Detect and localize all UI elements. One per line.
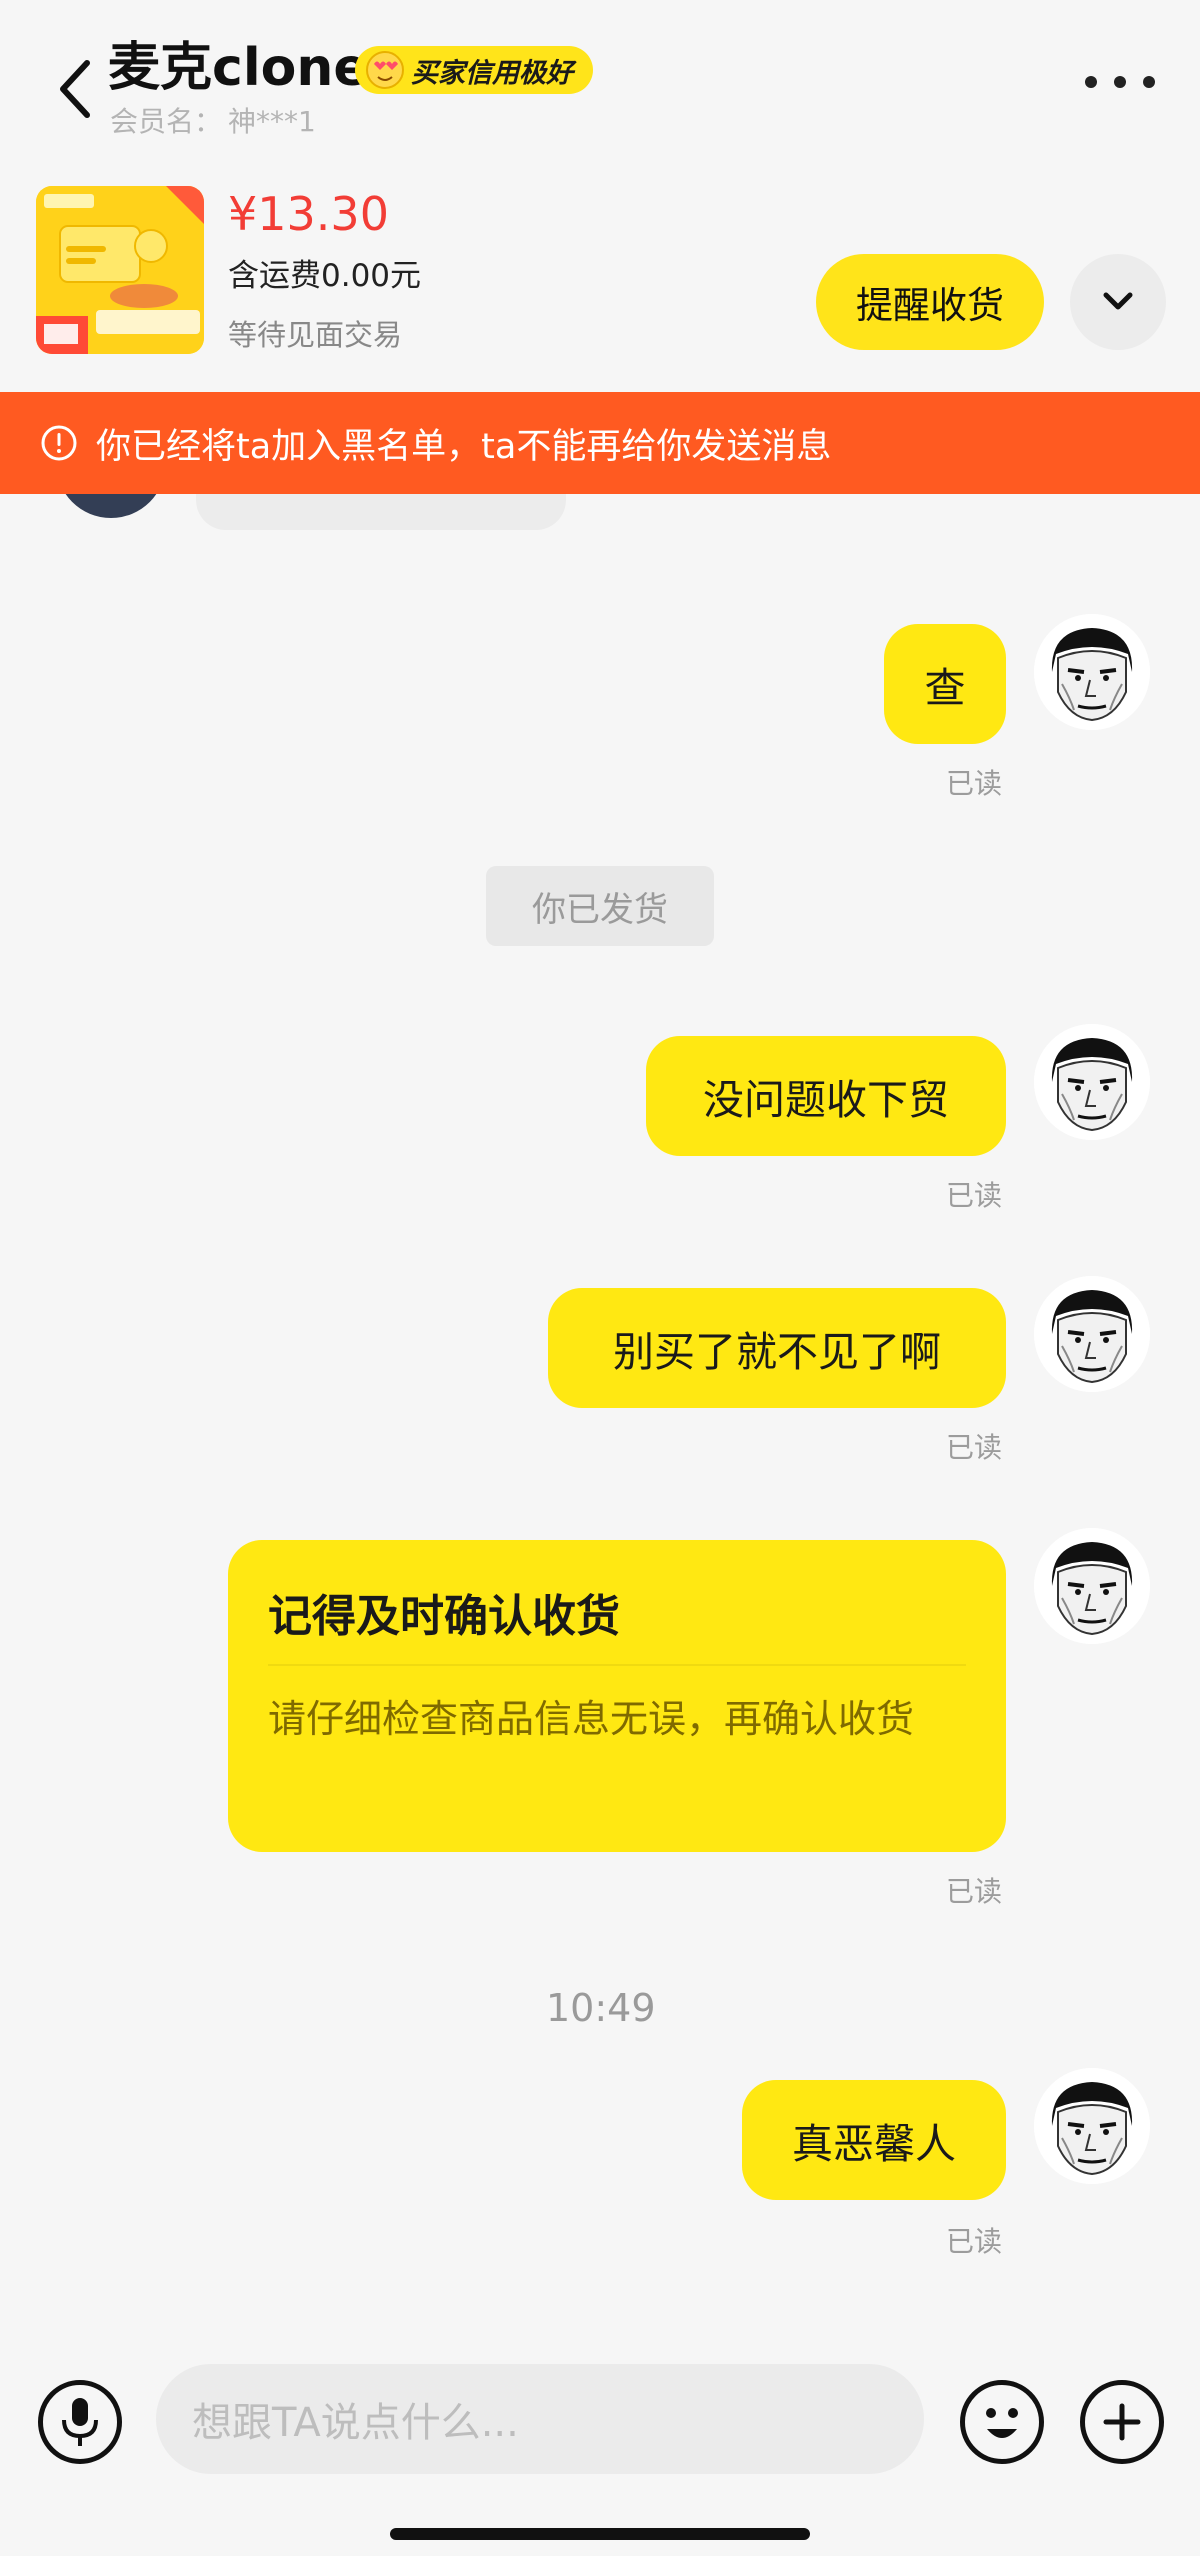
blacklist-warning-bar: 你已经将ta加入黑名单，ta不能再给你发送消息 xyxy=(0,392,1200,494)
shipping-fee: 含运费0.00元 xyxy=(228,258,422,294)
avatar[interactable] xyxy=(1034,614,1150,730)
expand-button[interactable] xyxy=(1070,254,1166,350)
mic-icon xyxy=(62,2398,98,2446)
card-body: 请仔细检查商品信息无误，再确认收货 xyxy=(268,1697,915,1741)
more-button[interactable] xyxy=(1085,62,1155,102)
avatar[interactable] xyxy=(1034,1024,1150,1140)
back-arrow-icon xyxy=(60,60,90,118)
message-input[interactable]: 想跟TA说点什么... xyxy=(156,2364,924,2474)
remind-receipt-button[interactable]: 提醒收货 xyxy=(816,254,1044,350)
home-indicator xyxy=(390,2528,810,2540)
warning-text: 你已经将ta加入黑名单，ta不能再给你发送消息 xyxy=(96,426,832,467)
product-price: ¥13.30 xyxy=(228,187,389,241)
more-icon xyxy=(1085,76,1097,88)
read-status: 已读 xyxy=(946,1875,1003,1908)
card-title: 记得及时确认收货 xyxy=(268,1591,620,1642)
seller-name[interactable]: 麦克clone xyxy=(108,30,369,106)
avatar[interactable] xyxy=(1034,1276,1150,1392)
plus-button[interactable] xyxy=(1080,2380,1164,2464)
voice-button[interactable] xyxy=(38,2380,122,2464)
product-thumbnail[interactable] xyxy=(36,186,204,354)
card-divider xyxy=(268,1664,966,1666)
avatar[interactable] xyxy=(1034,1528,1150,1644)
emoji-icon xyxy=(986,2408,1018,2438)
avatar[interactable] xyxy=(1034,2068,1150,2184)
message-bubble[interactable]: 没问题收下贸 xyxy=(646,1036,1006,1156)
message-bubble[interactable]: 别买了就不见了啊 xyxy=(548,1288,1006,1408)
heart-eyes-icon xyxy=(366,51,404,89)
system-message: 你已发货 xyxy=(486,866,714,946)
read-status: 已读 xyxy=(946,1179,1003,1212)
member-info: 会员名： 神***1 xyxy=(110,100,316,140)
read-status: 已读 xyxy=(946,1431,1003,1464)
credit-badge-label: 买家信用极好 xyxy=(411,57,573,89)
warning-icon xyxy=(41,425,77,461)
read-status: 已读 xyxy=(946,767,1003,800)
read-status: 已读 xyxy=(946,2225,1003,2258)
back-button[interactable] xyxy=(40,44,110,134)
member-label: 会员名： xyxy=(110,105,223,138)
credit-badge[interactable]: 买家信用极好 xyxy=(355,46,593,94)
message-bubble[interactable]: 真恶馨人 xyxy=(742,2080,1006,2200)
message-bubble[interactable]: 查 xyxy=(884,624,1006,744)
timestamp: 10:49 xyxy=(546,1986,656,2030)
emoji-button[interactable] xyxy=(960,2380,1044,2464)
chevron-down-icon xyxy=(1103,292,1133,310)
confirm-receipt-card[interactable]: 记得及时确认收货 请仔细检查商品信息无误，再确认收货 xyxy=(228,1540,1006,1852)
plus-icon xyxy=(1103,2403,1141,2441)
product-image xyxy=(36,186,204,354)
order-status: 等待见面交易 xyxy=(228,318,403,352)
member-value: 神***1 xyxy=(228,105,316,138)
